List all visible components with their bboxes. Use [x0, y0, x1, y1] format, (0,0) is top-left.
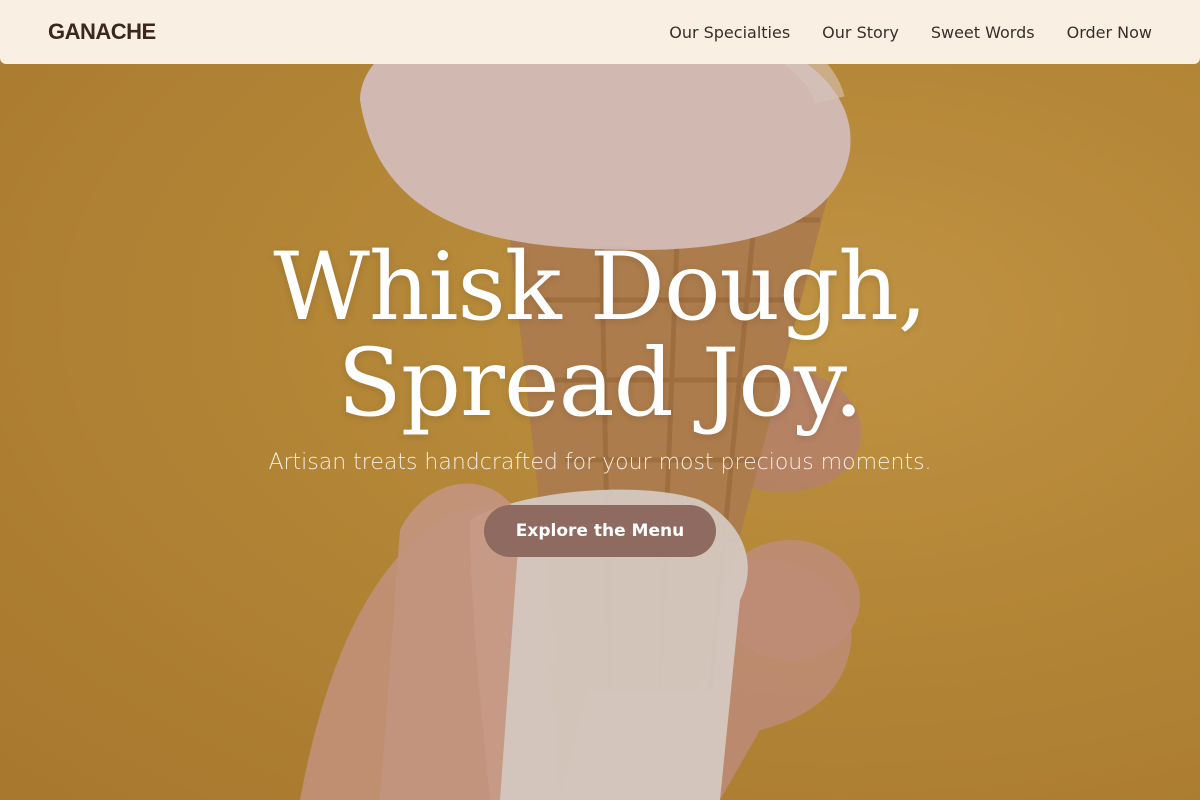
brand-logo[interactable]: GANACHE — [48, 19, 156, 45]
nav-link-sweet-words[interactable]: Sweet Words — [931, 23, 1035, 42]
explore-menu-button[interactable]: Explore the Menu — [484, 505, 716, 557]
hero-content: Whisk Dough, Spread Joy. Artisan treats … — [0, 240, 1200, 557]
hero-headline: Whisk Dough, Spread Joy. — [0, 240, 1200, 432]
nav-link-order-now[interactable]: Order Now — [1067, 23, 1152, 42]
nav-link-our-story[interactable]: Our Story — [822, 23, 899, 42]
hero-subtitle: Artisan treats handcrafted for your most… — [268, 450, 932, 475]
top-navbar: GANACHE Our Specialties Our Story Sweet … — [0, 0, 1200, 64]
hero-headline-line-2: Spread Joy. — [337, 329, 863, 438]
nav-menu: Our Specialties Our Story Sweet Words Or… — [669, 23, 1152, 42]
hero-headline-line-1: Whisk Dough, — [273, 233, 927, 342]
nav-link-our-specialties[interactable]: Our Specialties — [669, 23, 790, 42]
